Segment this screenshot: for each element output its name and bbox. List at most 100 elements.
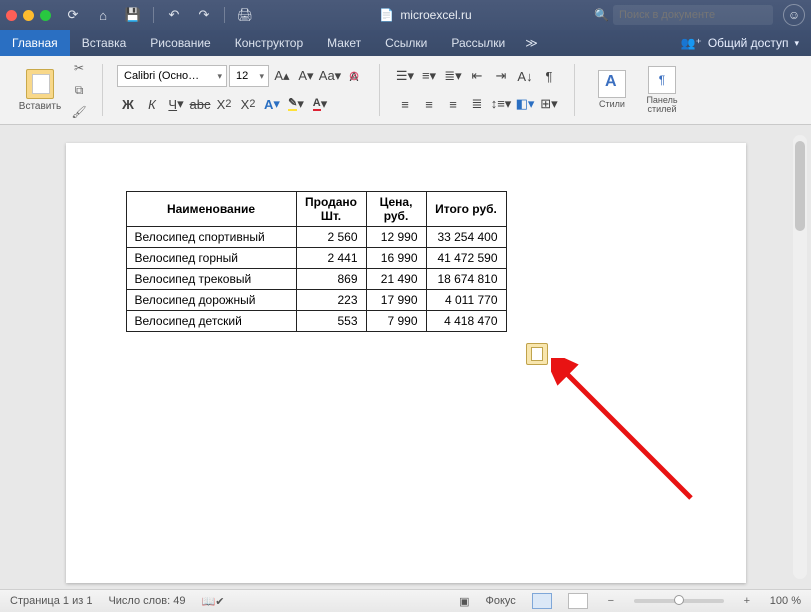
cell-name[interactable]: Велосипед горный <box>126 248 296 269</box>
vertical-scrollbar[interactable] <box>793 135 807 579</box>
paste-options-smart-tag[interactable] <box>526 343 548 365</box>
font-family-select[interactable]: Calibri (Осно… ▾ <box>117 65 227 87</box>
tab-design[interactable]: Конструктор <box>223 30 315 56</box>
decrease-indent-icon[interactable]: ⇤ <box>466 65 488 87</box>
bullet-list-icon[interactable]: ☰▾ <box>394 65 416 87</box>
document-area[interactable]: Наименование Продано Шт. Цена, руб. Итог… <box>0 125 811 589</box>
cell-total[interactable]: 18 674 810 <box>426 269 506 290</box>
cell-sold[interactable]: 869 <box>296 269 366 290</box>
autosave-icon[interactable]: ⟳ <box>61 4 85 26</box>
align-right-icon[interactable]: ≡ <box>442 93 464 115</box>
zoom-in-button[interactable]: + <box>740 595 754 607</box>
cell-name[interactable]: Велосипед спортивный <box>126 227 296 248</box>
increase-font-icon[interactable]: A▴ <box>271 65 293 87</box>
cell-price[interactable]: 7 990 <box>366 311 426 332</box>
print-icon[interactable]: 🖨 <box>233 4 257 26</box>
ribbon: Вставить ✂ ⧉ 🖌 Calibri (Осно… ▾ 12 ▾ A▴ … <box>0 56 811 125</box>
format-painter-icon[interactable]: 🖌 <box>70 104 88 120</box>
redo-icon[interactable]: ↷ <box>192 4 216 26</box>
scrollbar-thumb[interactable] <box>795 141 805 231</box>
number-list-icon[interactable]: ≡▾ <box>418 65 440 87</box>
cell-price[interactable]: 12 990 <box>366 227 426 248</box>
zoom-slider-thumb[interactable] <box>674 595 684 605</box>
zoom-out-button[interactable]: − <box>604 595 618 607</box>
undo-icon[interactable]: ↶ <box>162 4 186 26</box>
font-size-value: 12 <box>236 70 248 82</box>
status-word-count[interactable]: Число слов: 49 <box>108 595 185 607</box>
strikethrough-button[interactable]: abc <box>189 93 211 115</box>
table-row[interactable]: Велосипед трековый86921 49018 674 810 <box>126 269 506 290</box>
multilevel-list-icon[interactable]: ≣▾ <box>442 65 464 87</box>
spellcheck-icon[interactable]: 📖✔ <box>202 595 225 608</box>
decrease-font-icon[interactable]: A▾ <box>295 65 317 87</box>
styles-button[interactable]: Стили <box>589 70 635 109</box>
italic-button[interactable]: К <box>141 93 163 115</box>
zoom-slider[interactable] <box>634 599 724 603</box>
cut-icon[interactable]: ✂ <box>70 60 88 76</box>
cell-sold[interactable]: 2 560 <box>296 227 366 248</box>
show-marks-icon[interactable]: ¶ <box>538 65 560 87</box>
sort-icon[interactable]: A↓ <box>514 65 536 87</box>
increase-indent-icon[interactable]: ⇥ <box>490 65 512 87</box>
status-page[interactable]: Страница 1 из 1 <box>10 595 92 607</box>
maximize-window-button[interactable] <box>40 10 51 21</box>
web-layout-view-icon[interactable] <box>568 593 588 609</box>
paste-button[interactable]: Вставить <box>14 69 66 112</box>
tab-mailings[interactable]: Рассылки <box>439 30 517 56</box>
shading-icon[interactable]: ◧▾ <box>514 93 536 115</box>
styles-pane-button[interactable]: ¶ Панель стилей <box>639 66 685 115</box>
subscript-button[interactable]: X2 <box>213 93 235 115</box>
table-row[interactable]: Велосипед детский5537 9904 418 470 <box>126 311 506 332</box>
cell-sold[interactable]: 223 <box>296 290 366 311</box>
cell-total[interactable]: 41 472 590 <box>426 248 506 269</box>
tab-more[interactable]: ≫ <box>517 30 546 56</box>
share-button[interactable]: 👥⁺ Общий доступ ▾ <box>669 30 811 56</box>
data-table[interactable]: Наименование Продано Шт. Цена, руб. Итог… <box>126 191 507 332</box>
tab-insert[interactable]: Вставка <box>70 30 139 56</box>
page[interactable]: Наименование Продано Шт. Цена, руб. Итог… <box>66 143 746 583</box>
cell-total[interactable]: 4 011 770 <box>426 290 506 311</box>
save-icon[interactable]: 💾 <box>121 4 145 26</box>
tab-layout[interactable]: Макет <box>315 30 373 56</box>
home-icon[interactable]: ⌂ <box>91 4 115 26</box>
close-window-button[interactable] <box>6 10 17 21</box>
text-effects-icon[interactable]: A▾ <box>261 93 283 115</box>
justify-icon[interactable]: ≣ <box>466 93 488 115</box>
print-layout-view-icon[interactable] <box>532 593 552 609</box>
cell-sold[interactable]: 553 <box>296 311 366 332</box>
cell-total[interactable]: 33 254 400 <box>426 227 506 248</box>
table-row[interactable]: Велосипед горный2 44116 99041 472 590 <box>126 248 506 269</box>
tab-home[interactable]: Главная <box>0 30 70 56</box>
zoom-percent[interactable]: 100 % <box>770 595 801 607</box>
cell-price[interactable]: 16 990 <box>366 248 426 269</box>
user-account-icon[interactable]: ☺ <box>783 4 805 26</box>
cell-name[interactable]: Велосипед дорожный <box>126 290 296 311</box>
font-size-select[interactable]: 12 ▾ <box>229 65 269 87</box>
line-spacing-icon[interactable]: ↕≡▾ <box>490 93 512 115</box>
search-input[interactable] <box>613 5 773 25</box>
cell-total[interactable]: 4 418 470 <box>426 311 506 332</box>
status-focus-label[interactable]: Фокус <box>486 595 516 607</box>
cell-price[interactable]: 17 990 <box>366 290 426 311</box>
align-left-icon[interactable]: ≡ <box>394 93 416 115</box>
cell-name[interactable]: Велосипед детский <box>126 311 296 332</box>
font-color-icon[interactable]: A▾ <box>309 93 331 115</box>
align-center-icon[interactable]: ≡ <box>418 93 440 115</box>
minimize-window-button[interactable] <box>23 10 34 21</box>
change-case-icon[interactable]: Aa▾ <box>319 65 341 87</box>
superscript-button[interactable]: X2 <box>237 93 259 115</box>
table-row[interactable]: Велосипед дорожный22317 9904 011 770 <box>126 290 506 311</box>
cell-price[interactable]: 21 490 <box>366 269 426 290</box>
clear-formatting-icon[interactable]: A⊘ <box>343 65 365 87</box>
focus-icon[interactable]: ▣ <box>459 595 469 608</box>
cell-name[interactable]: Велосипед трековый <box>126 269 296 290</box>
tab-references[interactable]: Ссылки <box>373 30 439 56</box>
underline-button[interactable]: Ч▾ <box>165 93 187 115</box>
borders-icon[interactable]: ⊞▾ <box>538 93 560 115</box>
tab-draw[interactable]: Рисование <box>138 30 222 56</box>
highlight-color-icon[interactable]: ✎▾ <box>285 93 307 115</box>
bold-button[interactable]: Ж <box>117 93 139 115</box>
cell-sold[interactable]: 2 441 <box>296 248 366 269</box>
copy-icon[interactable]: ⧉ <box>70 82 88 98</box>
table-row[interactable]: Велосипед спортивный2 56012 99033 254 40… <box>126 227 506 248</box>
